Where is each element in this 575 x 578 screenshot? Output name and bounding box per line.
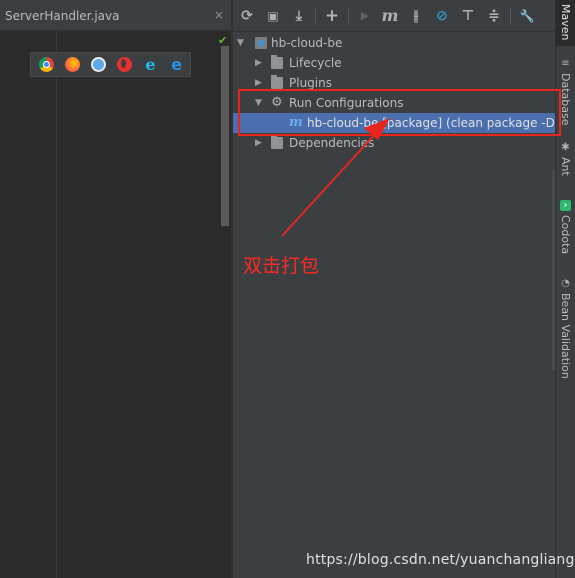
stripe-tab-label: Database [559, 73, 572, 126]
folder-icon [271, 75, 283, 89]
generate-sources-icon[interactable]: ▣ [263, 6, 283, 26]
folder-icon [271, 135, 283, 149]
add-icon[interactable]: + [322, 6, 342, 26]
editor-tab[interactable]: ServerHandler.java × [0, 0, 231, 31]
download-icon[interactable]: ⤓ [289, 6, 309, 26]
tree-node-lifecycle[interactable]: ▶ Lifecycle [233, 53, 555, 73]
tree-node-root[interactable]: ▼ hb-cloud-be [233, 33, 555, 53]
stripe-tab-database[interactable]: ≡ Database [556, 56, 575, 136]
stripe-tab-ant[interactable]: ✱ Ant [556, 140, 575, 185]
toolbar-separator [510, 8, 511, 24]
stripe-tab-label: Maven [559, 4, 572, 41]
folder-icon [271, 55, 283, 69]
tree-node-dependencies[interactable]: ▶ Dependencies [233, 133, 555, 153]
toolbar-separator [348, 8, 349, 24]
watermark: https://blog.csdn.net/yuanchangliang [306, 552, 575, 568]
settings-icon[interactable]: 🔧 [517, 6, 537, 26]
firefox-icon[interactable] [65, 57, 80, 72]
tree-node-label: Dependencies [289, 136, 375, 150]
ie-icon[interactable]: e [143, 57, 158, 73]
editor-gutter-line [56, 31, 57, 578]
skip-tests-icon[interactable]: ⊘ [432, 6, 452, 26]
chevron-down-icon[interactable]: ▼ [237, 33, 244, 53]
editor-scrollbar[interactable] [221, 46, 229, 226]
browser-preview-bar: e e [30, 52, 191, 77]
stripe-tab-label: Codota [559, 215, 572, 255]
show-dependencies-icon[interactable]: ⊤ [458, 6, 478, 26]
chevron-right-icon[interactable]: ▶ [255, 133, 262, 153]
edge-icon[interactable]: e [169, 57, 184, 73]
ant-icon: ✱ [561, 142, 570, 153]
database-icon: ≡ [561, 58, 570, 69]
tree-node-label: hb-cloud-be [271, 36, 343, 50]
editor-tab-label: ServerHandler.java [5, 9, 120, 23]
safari-icon[interactable] [91, 57, 106, 72]
collapse-all-icon[interactable]: ≑ [484, 6, 504, 26]
tree-node-label: Lifecycle [289, 56, 342, 70]
tree-node-plugins[interactable]: ▶ Plugins [233, 73, 555, 93]
close-icon[interactable]: × [214, 8, 224, 22]
toolbar-separator [315, 8, 316, 24]
tree-node-label: hb-cloud-be [package] (clean package -Ds [307, 116, 557, 130]
stripe-tab-maven[interactable]: Maven [556, 0, 575, 46]
run-icon[interactable]: ▶ [355, 6, 375, 26]
bean-validation-icon: ◔ [561, 278, 570, 289]
stripe-tab-bean-validation[interactable]: ◔ Bean Validation [556, 276, 575, 379]
maven-tool-window: ⟳ ▣ ⤓ + ▶ m ⫲ ⊘ ⊤ ≑ 🔧 ▼ hb-cloud-be ▶ Li… [233, 0, 557, 578]
execute-maven-goal-icon[interactable]: m [380, 6, 400, 26]
maven-toolbar: ⟳ ▣ ⤓ + ▶ m ⫲ ⊘ ⊤ ≑ 🔧 [233, 0, 555, 32]
tree-node-run-configurations[interactable]: ▼ ⚙ Run Configurations [233, 93, 555, 113]
chevron-right-icon[interactable]: ▶ [255, 53, 262, 73]
editor-pane: ServerHandler.java × ✔ e e [0, 0, 231, 578]
chevron-down-icon[interactable]: ▼ [255, 93, 262, 113]
stripe-tab-label: Bean Validation [559, 293, 572, 379]
maven-run-icon: m [289, 115, 303, 130]
tree-node-label: Plugins [289, 76, 332, 90]
maven-module-icon [255, 37, 267, 49]
reimport-icon[interactable]: ⟳ [237, 6, 257, 26]
stripe-tab-label: Ant [559, 157, 572, 176]
codota-icon: › [560, 200, 571, 211]
tree-node-run-config-item[interactable]: m hb-cloud-be [package] (clean package -… [233, 113, 557, 133]
chrome-icon[interactable] [39, 57, 54, 72]
right-tool-stripe: Maven ≡ Database ✱ Ant › Codota ◔ Bean V… [555, 0, 575, 578]
tree-node-label: Run Configurations [289, 96, 404, 110]
toggle-offline-icon[interactable]: ⫲ [406, 6, 426, 26]
gear-icon: ⚙ [271, 95, 283, 110]
chevron-right-icon[interactable]: ▶ [255, 73, 262, 93]
opera-icon[interactable] [117, 57, 132, 72]
stripe-tab-codota[interactable]: › Codota [556, 198, 575, 263]
annotation-text: 双击打包 [243, 255, 320, 277]
